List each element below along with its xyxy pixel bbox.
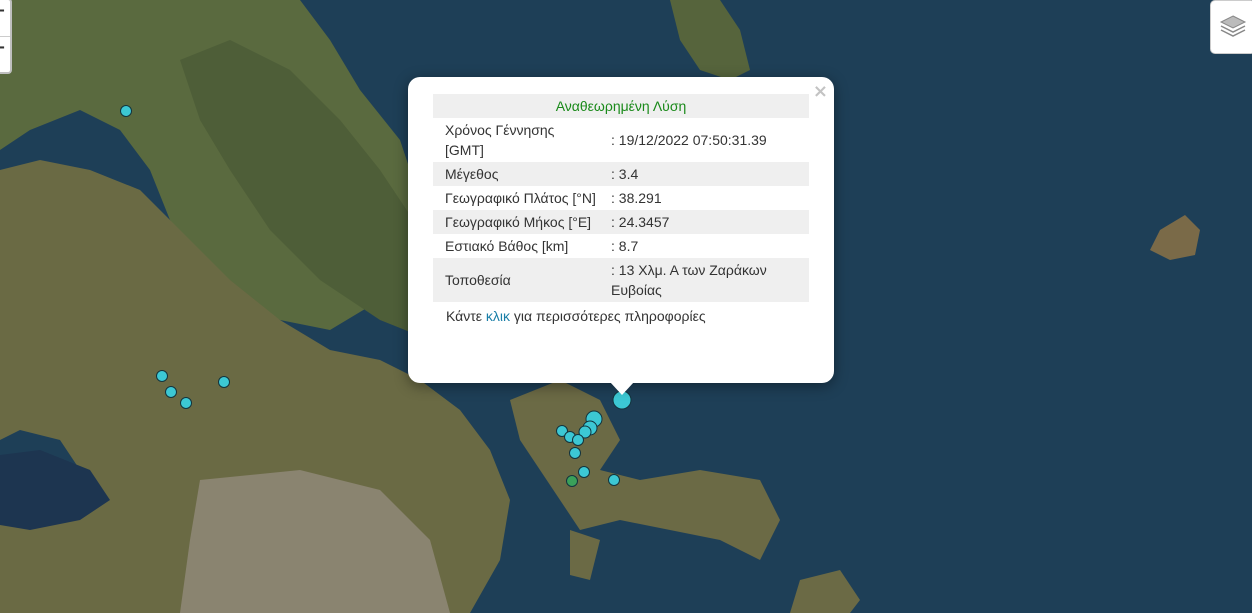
row-label: Τοποθεσία — [433, 258, 609, 302]
earthquake-marker[interactable] — [120, 105, 132, 117]
earthquake-marker[interactable] — [578, 466, 590, 478]
table-row: Γεωγραφικό Πλάτος [°N] : 38.291 — [433, 186, 809, 210]
more-info-link[interactable]: κλικ — [486, 308, 510, 324]
more-info-text: Κάντε κλικ για περισσότερες πληροφορίες — [433, 302, 809, 330]
earthquake-marker-green[interactable] — [566, 475, 578, 487]
earthquake-marker[interactable] — [608, 474, 620, 486]
row-label: Εστιακό Βάθος [km] — [445, 238, 569, 254]
table-row: Γεωγραφικό Μήκος [°E]: 24.3457 — [433, 210, 809, 234]
earthquake-marker[interactable] — [569, 447, 581, 459]
row-value: : 13 Χλμ. Α των Ζαράκων Ευβοίας — [609, 258, 809, 302]
zoom-out-button[interactable]: − — [0, 37, 10, 73]
table-row: Τοποθεσία: 13 Χλμ. Α των Ζαράκων Ευβοίας — [433, 258, 809, 302]
earthquake-marker[interactable] — [218, 376, 230, 388]
layers-icon — [1219, 15, 1247, 37]
zoom-in-button[interactable]: + — [0, 0, 10, 37]
popup-tip — [610, 382, 634, 395]
popup-header-row: Αναθεωρημένη Λύση — [433, 94, 809, 118]
earthquake-marker[interactable] — [165, 386, 177, 398]
table-row: Εστιακό Βάθος [km] : 8.7 — [433, 234, 809, 258]
row-label: Μέγεθος — [433, 162, 609, 186]
more-suffix: για περισσότερες πληροφορίες — [510, 308, 706, 324]
zoom-control: + − — [0, 0, 12, 74]
row-value: : 8.7 — [611, 238, 639, 254]
earthquake-marker[interactable] — [180, 397, 192, 409]
row-label: Χρόνος Γέννησης [GMT] — [445, 122, 555, 158]
row-value: : 38.291 — [611, 190, 662, 206]
earthquake-marker[interactable] — [156, 370, 168, 382]
table-row: Μέγεθος: 3.4 — [433, 162, 809, 186]
row-value: : 24.3457 — [609, 210, 809, 234]
more-prefix: Κάντε — [446, 308, 486, 324]
popup-header: Αναθεωρημένη Λύση — [433, 94, 809, 118]
row-value: : 19/12/2022 07:50:31.39 — [611, 132, 767, 148]
row-label: Γεωγραφικό Μήκος [°E] — [433, 210, 609, 234]
earthquake-popup: × Αναθεωρημένη Λύση Χρόνος Γέννησης [GMT… — [408, 77, 834, 383]
layers-button[interactable] — [1210, 0, 1252, 54]
earthquake-details-table: Αναθεωρημένη Λύση Χρόνος Γέννησης [GMT]:… — [433, 94, 809, 302]
earthquake-marker[interactable] — [572, 434, 584, 446]
popup-close-button[interactable]: × — [813, 81, 828, 102]
table-row: Χρόνος Γέννησης [GMT] : 19/12/2022 07:50:… — [433, 118, 809, 162]
row-label: Γεωγραφικό Πλάτος [°N] — [445, 190, 596, 206]
row-value: : 3.4 — [609, 162, 809, 186]
